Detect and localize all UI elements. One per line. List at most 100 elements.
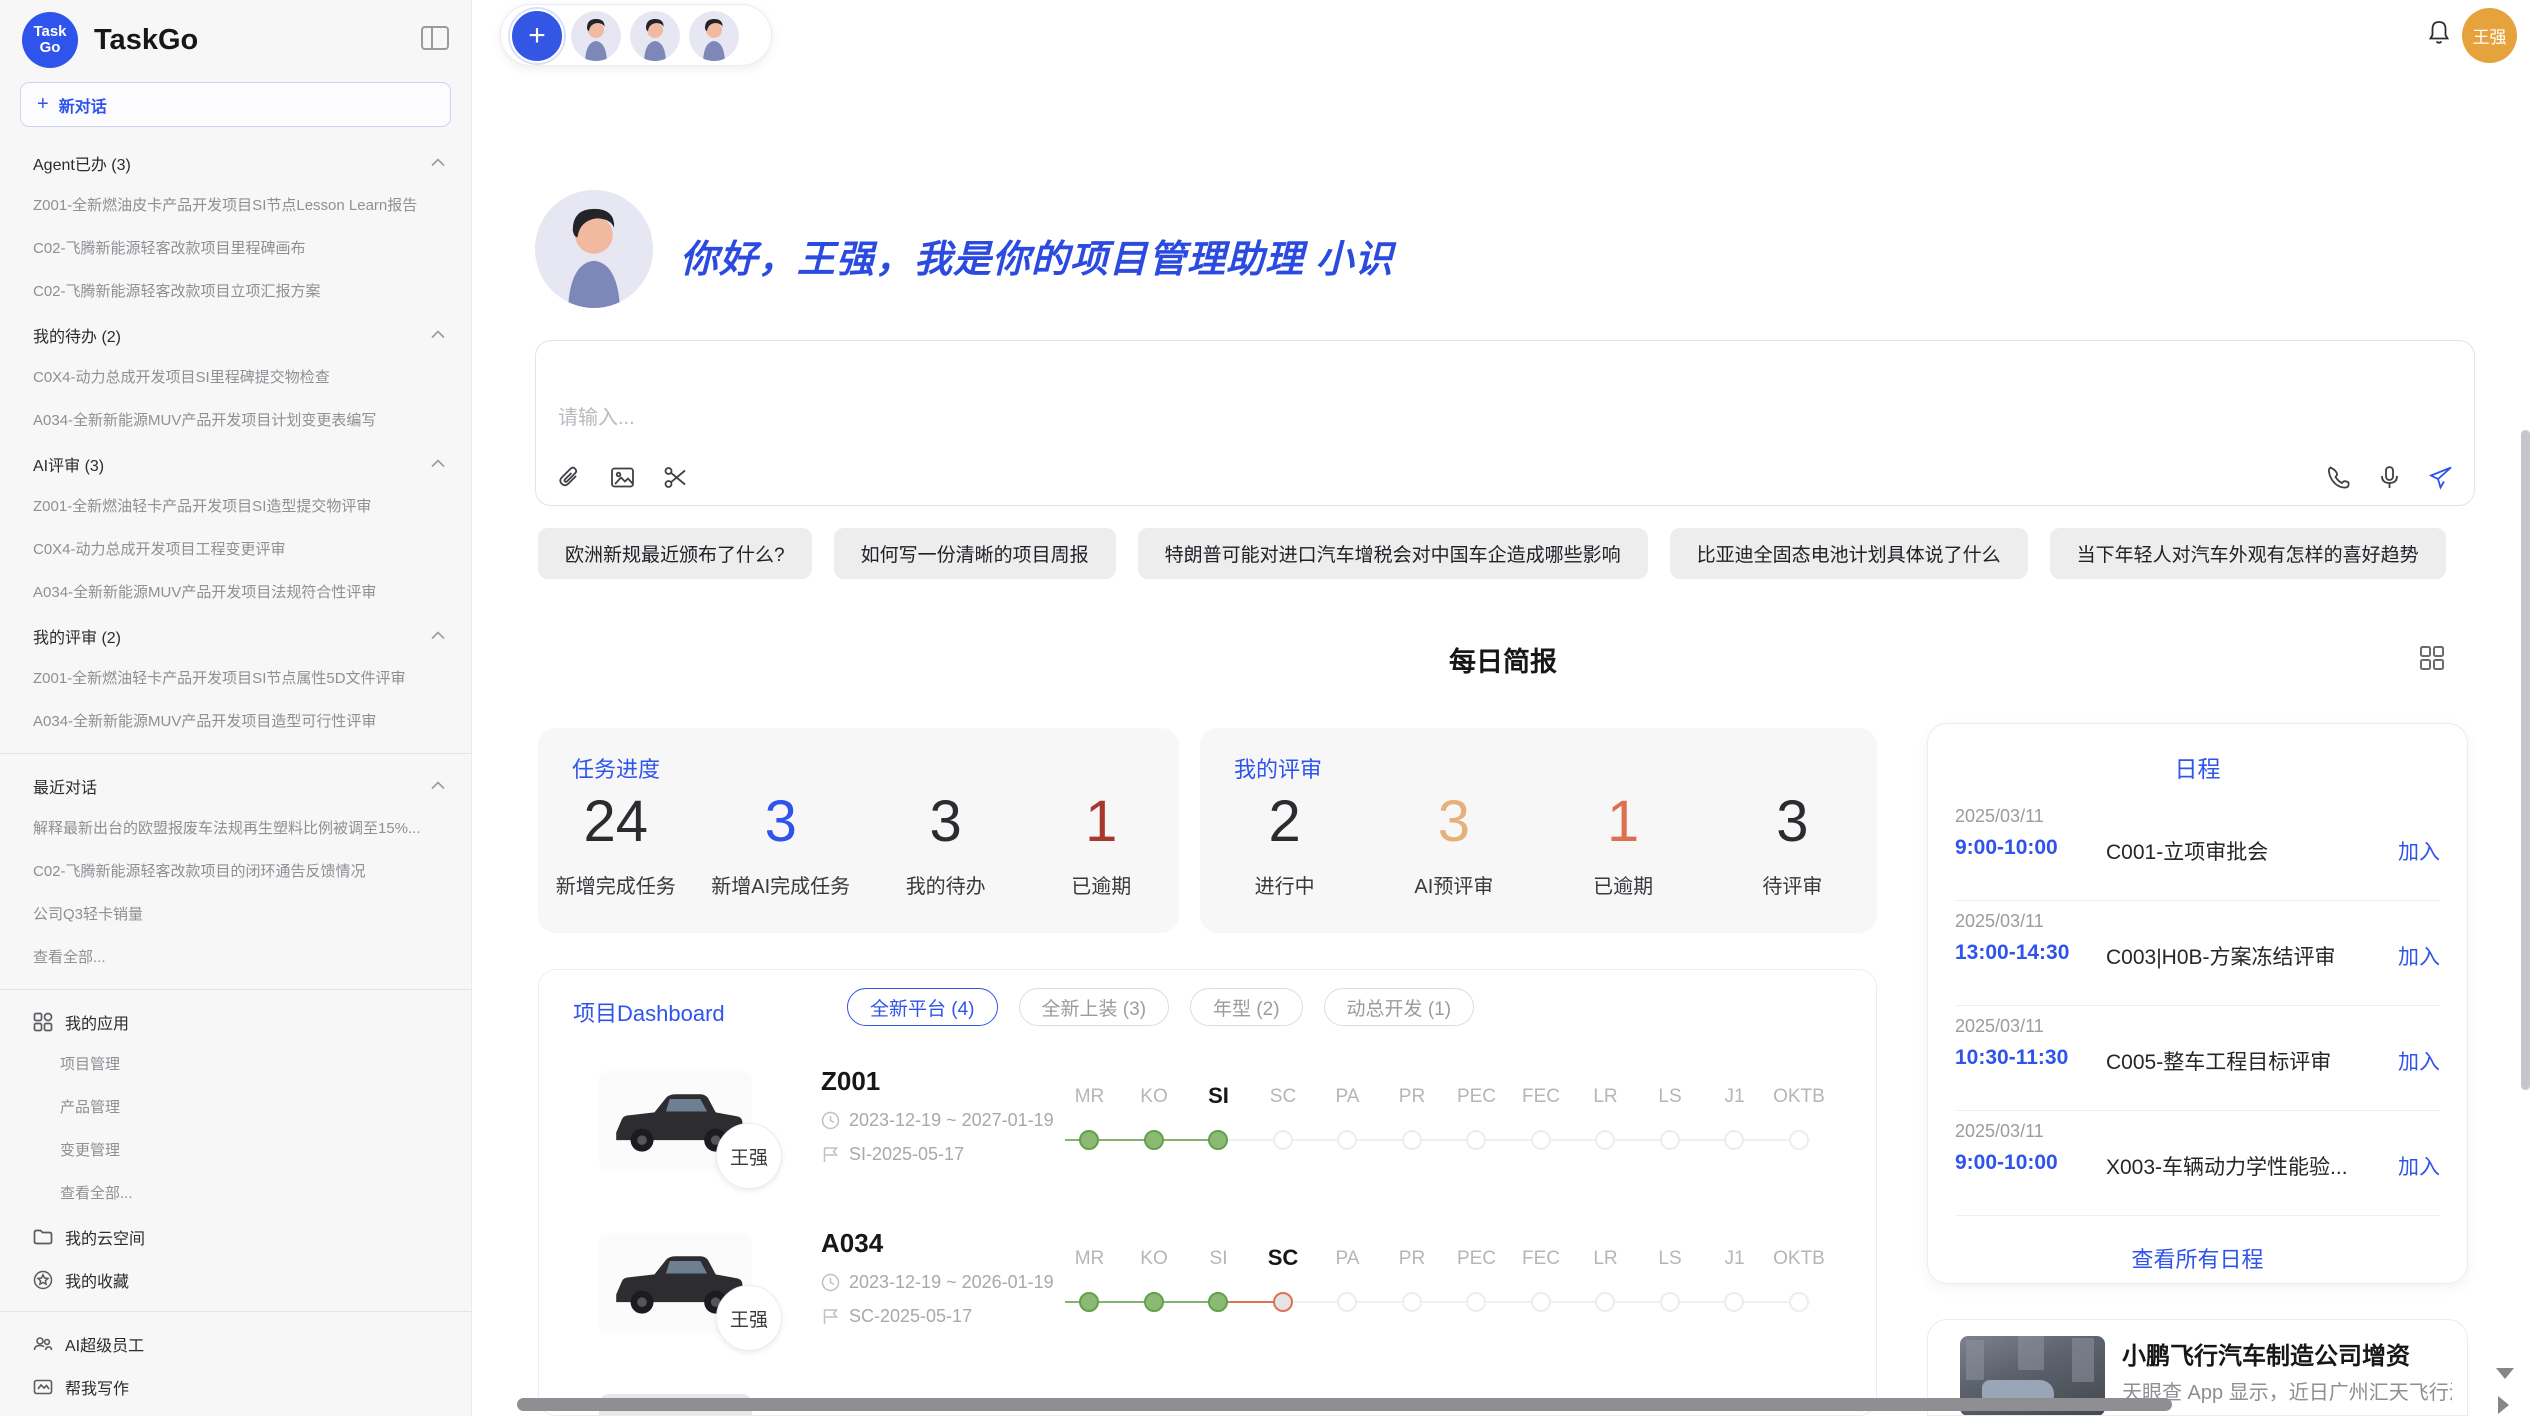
sidebar-item-favorites[interactable]: 我的收藏 xyxy=(0,1258,471,1301)
milestone-label: KO xyxy=(1122,1248,1187,1270)
sidebar-item[interactable]: 查看全部... xyxy=(0,936,471,979)
event-date: 2025/03/11 xyxy=(1955,911,2044,932)
layout-grid-icon[interactable] xyxy=(2418,644,2446,672)
new-chat-button[interactable]: + 新对话 xyxy=(20,82,451,127)
stat-value: 3 xyxy=(886,790,1006,854)
suggestion-chip[interactable]: 当下年轻人对汽车外观有怎样的喜好趋势 xyxy=(2050,528,2446,579)
user-name: 王强 xyxy=(2473,23,2507,48)
scissors-icon[interactable] xyxy=(662,464,689,491)
dashboard-filter-chip[interactable]: 全新上装 (3) xyxy=(1019,988,1170,1026)
paperclip-icon[interactable] xyxy=(556,464,583,491)
sidebar-item[interactable]: A034-全新新能源MUV产品开发项目计划变更表编写 xyxy=(0,399,471,442)
bell-icon[interactable] xyxy=(2424,18,2454,48)
scroll-down-arrow[interactable] xyxy=(2496,1368,2514,1379)
scroll-right-arrow[interactable] xyxy=(2498,1396,2509,1414)
sidebar-item[interactable]: 解释最新出台的欧盟报废车法规再生塑料比例被调至15%... xyxy=(0,807,471,850)
sidebar-item[interactable]: Z001-全新燃油轻卡产品开发项目SI节点属性5D文件评审 xyxy=(0,657,471,700)
stat-label: AI预评审 xyxy=(1394,870,1514,899)
sidebar-item[interactable]: C02-飞腾新能源轻客改款项目立项汇报方案 xyxy=(0,270,471,313)
dashboard-filter-chip[interactable]: 年型 (2) xyxy=(1190,988,1303,1026)
chevron-up-icon[interactable] xyxy=(431,781,445,790)
dashboard-filters: 全新平台 (4) 全新上装 (3) 年型 (2) 动总开发 (1) xyxy=(847,988,1474,1026)
milestone-label: PR xyxy=(1380,1086,1445,1108)
sidebar-item-help-me-write[interactable]: 帮我写作 xyxy=(0,1365,471,1408)
date-range: 2023-12-19 ~ 2026-01-19 xyxy=(849,1272,1054,1293)
milestone-dot xyxy=(1208,1130,1228,1150)
stat-block: 24新增完成任务 xyxy=(556,790,676,899)
milestone-dot xyxy=(1144,1130,1164,1150)
dashboard-filter-chip[interactable]: 动总开发 (1) xyxy=(1324,988,1475,1026)
agent-avatar[interactable] xyxy=(687,9,741,63)
greeting-text: 你好，王强，我是你的项目管理助理 小识 xyxy=(680,228,1394,283)
horizontal-scrollbar[interactable] xyxy=(517,1398,2172,1411)
flag-milestone: SI-2025-05-17 xyxy=(849,1144,964,1165)
sidebar-group-label: 我的待办 (2) xyxy=(33,323,121,347)
sidebar-group-header[interactable]: Agent已办 (3) xyxy=(0,141,471,184)
agent-avatar[interactable] xyxy=(569,9,623,63)
send-icon[interactable] xyxy=(2427,464,2454,491)
sidebar-item[interactable]: 公司Q3轻卡销量 xyxy=(0,893,471,936)
sidebar-item[interactable]: Z001-全新燃油皮卡产品开发项目SI节点Lesson Learn报告 xyxy=(0,184,471,227)
sidebar-group-header[interactable]: 我的待办 (2) xyxy=(0,313,471,356)
new-session-button[interactable]: + xyxy=(510,9,564,63)
suggestion-chip[interactable]: 欧洲新规最近颁布了什么? xyxy=(538,528,812,579)
stat-value: 3 xyxy=(1394,790,1514,854)
milestone-label: PR xyxy=(1380,1248,1445,1270)
sidebar-item[interactable]: C02-飞腾新能源轻客改款项目的闭环通告反馈情况 xyxy=(0,850,471,893)
milestone-dot xyxy=(1466,1292,1486,1312)
agent-avatar[interactable] xyxy=(628,9,682,63)
project-dashboard-card: 项目Dashboard 全新平台 (4)全新上装 (3)年型 (2)动总开发 (… xyxy=(538,969,1877,1416)
sidebar-item-cloud-space[interactable]: 我的云空间 xyxy=(0,1215,471,1258)
flag-milestone: SC-2025-05-17 xyxy=(849,1306,972,1327)
stat-value: 3 xyxy=(1732,790,1852,854)
sidebar-item-ai-super-staff[interactable]: AI超级员工 xyxy=(0,1322,471,1365)
sidebar-app-item[interactable]: 变更管理 xyxy=(0,1129,471,1172)
join-button[interactable]: 加入 xyxy=(2398,1151,2440,1181)
favorites-label: 我的收藏 xyxy=(65,1268,129,1292)
suggestion-chip[interactable]: 特朗普可能对进口汽车增税会对中国车企造成哪些影响 xyxy=(1138,528,1648,579)
sidebar-group-header[interactable]: 我的评审 (2) xyxy=(0,614,471,657)
sidebar-app-item[interactable]: 查看全部... xyxy=(0,1172,471,1215)
cloud-space-label: 我的云空间 xyxy=(65,1225,145,1249)
chevron-up-icon[interactable] xyxy=(431,631,445,640)
app-title: TaskGo xyxy=(94,24,421,57)
stat-block: 1已逾期 xyxy=(1563,790,1683,899)
sidebar-app-item[interactable]: 项目管理 xyxy=(0,1043,471,1086)
event-date: 2025/03/11 xyxy=(1955,1016,2044,1037)
sidebar-group-header[interactable]: AI评审 (3) xyxy=(0,442,471,485)
ai-super-staff-label: AI超级员工 xyxy=(65,1332,144,1356)
mic-icon[interactable] xyxy=(2376,464,2403,491)
user-avatar[interactable]: 王强 xyxy=(2462,8,2517,63)
sidebar-item[interactable]: Z001-全新燃油轻卡产品开发项目SI造型提交物评审 xyxy=(0,485,471,528)
sidebar-item-my-apps[interactable]: 我的应用 xyxy=(0,1000,471,1043)
chevron-up-icon[interactable] xyxy=(431,459,445,468)
suggestion-chip[interactable]: 如何写一份清晰的项目周报 xyxy=(834,528,1116,579)
sidebar-item[interactable]: C0X4-动力总成开发项目SI里程碑提交物检查 xyxy=(0,356,471,399)
chevron-up-icon[interactable] xyxy=(431,158,445,167)
sidebar-group-label: 最近对话 xyxy=(33,774,97,798)
vertical-scrollbar[interactable] xyxy=(2521,430,2530,1090)
join-button[interactable]: 加入 xyxy=(2398,941,2440,971)
sidebar-item-creative-drawing[interactable]: 创意制图 xyxy=(0,1408,471,1416)
dashboard-filter-chip[interactable]: 全新平台 (4) xyxy=(847,988,998,1026)
sidebar-app-item[interactable]: 产品管理 xyxy=(0,1086,471,1129)
chat-input-box[interactable]: 请输入... xyxy=(535,340,2475,506)
project-flag: SI-2025-05-17 xyxy=(821,1144,964,1165)
suggestion-chip[interactable]: 比亚迪全固态电池计划具体说了什么 xyxy=(1670,528,2028,579)
card-title: 任务进度 xyxy=(572,752,660,784)
sidebar-collapse-icon[interactable] xyxy=(421,26,449,55)
sidebar-item[interactable]: C0X4-动力总成开发项目工程变更评审 xyxy=(0,528,471,571)
sidebar-group-label: 我的评审 (2) xyxy=(33,624,121,648)
sidebar-item[interactable]: A034-全新新能源MUV产品开发项目法规符合性评审 xyxy=(0,571,471,614)
chevron-up-icon[interactable] xyxy=(431,330,445,339)
phone-icon[interactable] xyxy=(2325,464,2352,491)
sidebar-group-header[interactable]: 最近对话 xyxy=(0,764,471,807)
join-button[interactable]: 加入 xyxy=(2398,836,2440,866)
milestone-label: PEC xyxy=(1444,1086,1509,1108)
view-all-schedule-link[interactable]: 查看所有日程 xyxy=(1928,1242,2467,1274)
stat-value: 3 xyxy=(711,790,850,854)
sidebar-item[interactable]: A034-全新新能源MUV产品开发项目造型可行性评审 xyxy=(0,700,471,743)
join-button[interactable]: 加入 xyxy=(2398,1046,2440,1076)
sidebar-item[interactable]: C02-飞腾新能源轻客改款项目里程碑画布 xyxy=(0,227,471,270)
image-icon[interactable] xyxy=(609,464,636,491)
